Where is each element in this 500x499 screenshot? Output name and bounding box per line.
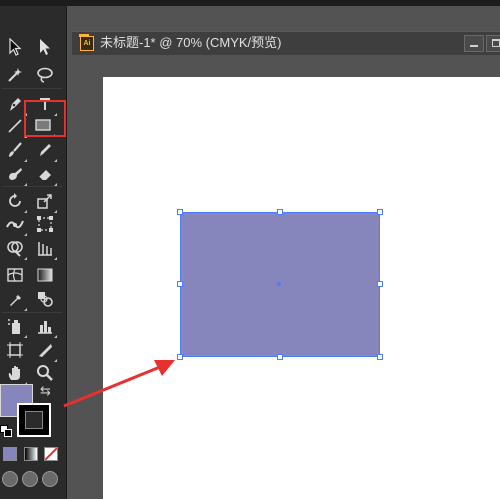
resize-handle-bottom-left[interactable]: [177, 354, 183, 360]
maximize-button[interactable]: [486, 35, 500, 52]
separator: [2, 88, 62, 89]
tools-panel: ⇆: [0, 6, 67, 499]
symbol-sprayer-tool-icon[interactable]: [2, 313, 28, 339]
resize-handle-top[interactable]: [277, 209, 283, 215]
none-mode-button[interactable]: [44, 447, 58, 461]
hand-tool-icon[interactable]: [2, 360, 28, 386]
gradient-tool-icon[interactable]: [32, 262, 58, 288]
direct-selection-tool-icon[interactable]: [32, 34, 58, 60]
column-graph-tool-icon[interactable]: [32, 313, 58, 339]
minimize-button[interactable]: [464, 35, 484, 52]
resize-handle-bottom-right[interactable]: [377, 354, 383, 360]
top-bar: [0, 0, 500, 6]
document-title: 未标题-1* @ 70% (CMYK/预览): [100, 35, 282, 50]
width-tool-icon[interactable]: [2, 211, 28, 237]
resize-handle-bottom[interactable]: [277, 354, 283, 360]
mesh-tool-icon[interactable]: [2, 262, 28, 288]
blob-brush-tool-icon[interactable]: [2, 161, 28, 187]
ai-file-icon: Ai: [80, 36, 94, 51]
rectangle-tool-highlight: [24, 100, 66, 137]
eraser-tool-icon[interactable]: [32, 161, 58, 187]
draw-normal-button[interactable]: [2, 471, 18, 487]
lasso-tool-icon[interactable]: [32, 62, 58, 88]
resize-handle-top-left[interactable]: [177, 209, 183, 215]
gradient-mode-button[interactable]: [24, 447, 38, 461]
selection-tool-icon[interactable]: [2, 34, 28, 60]
default-fill-stroke-icon[interactable]: [0, 425, 12, 437]
resize-handle-right[interactable]: [377, 281, 383, 287]
shape-center-point: [277, 282, 281, 286]
resize-handle-top-right[interactable]: [377, 209, 383, 215]
color-mode-button[interactable]: [3, 447, 17, 461]
separator: [2, 186, 62, 187]
document-tab[interactable]: Ai 未标题-1* @ 70% (CMYK/预览): [72, 31, 500, 55]
draw-behind-button[interactable]: [22, 471, 38, 487]
magic-wand-tool-icon[interactable]: [2, 62, 28, 88]
perspective-grid-tool-icon[interactable]: [32, 235, 58, 261]
draw-inside-button[interactable]: [42, 471, 58, 487]
eyedropper-tool-icon[interactable]: [2, 286, 28, 312]
pencil-tool-icon[interactable]: [32, 137, 58, 163]
paintbrush-tool-icon[interactable]: [2, 137, 28, 163]
swap-fill-stroke-icon[interactable]: ⇆: [40, 383, 51, 399]
blend-tool-icon[interactable]: [32, 286, 58, 312]
free-transform-tool-icon[interactable]: [32, 211, 58, 237]
shape-builder-tool-icon[interactable]: [2, 235, 28, 261]
stroke-color-swatch[interactable]: [17, 403, 51, 437]
resize-handle-left[interactable]: [177, 281, 183, 287]
